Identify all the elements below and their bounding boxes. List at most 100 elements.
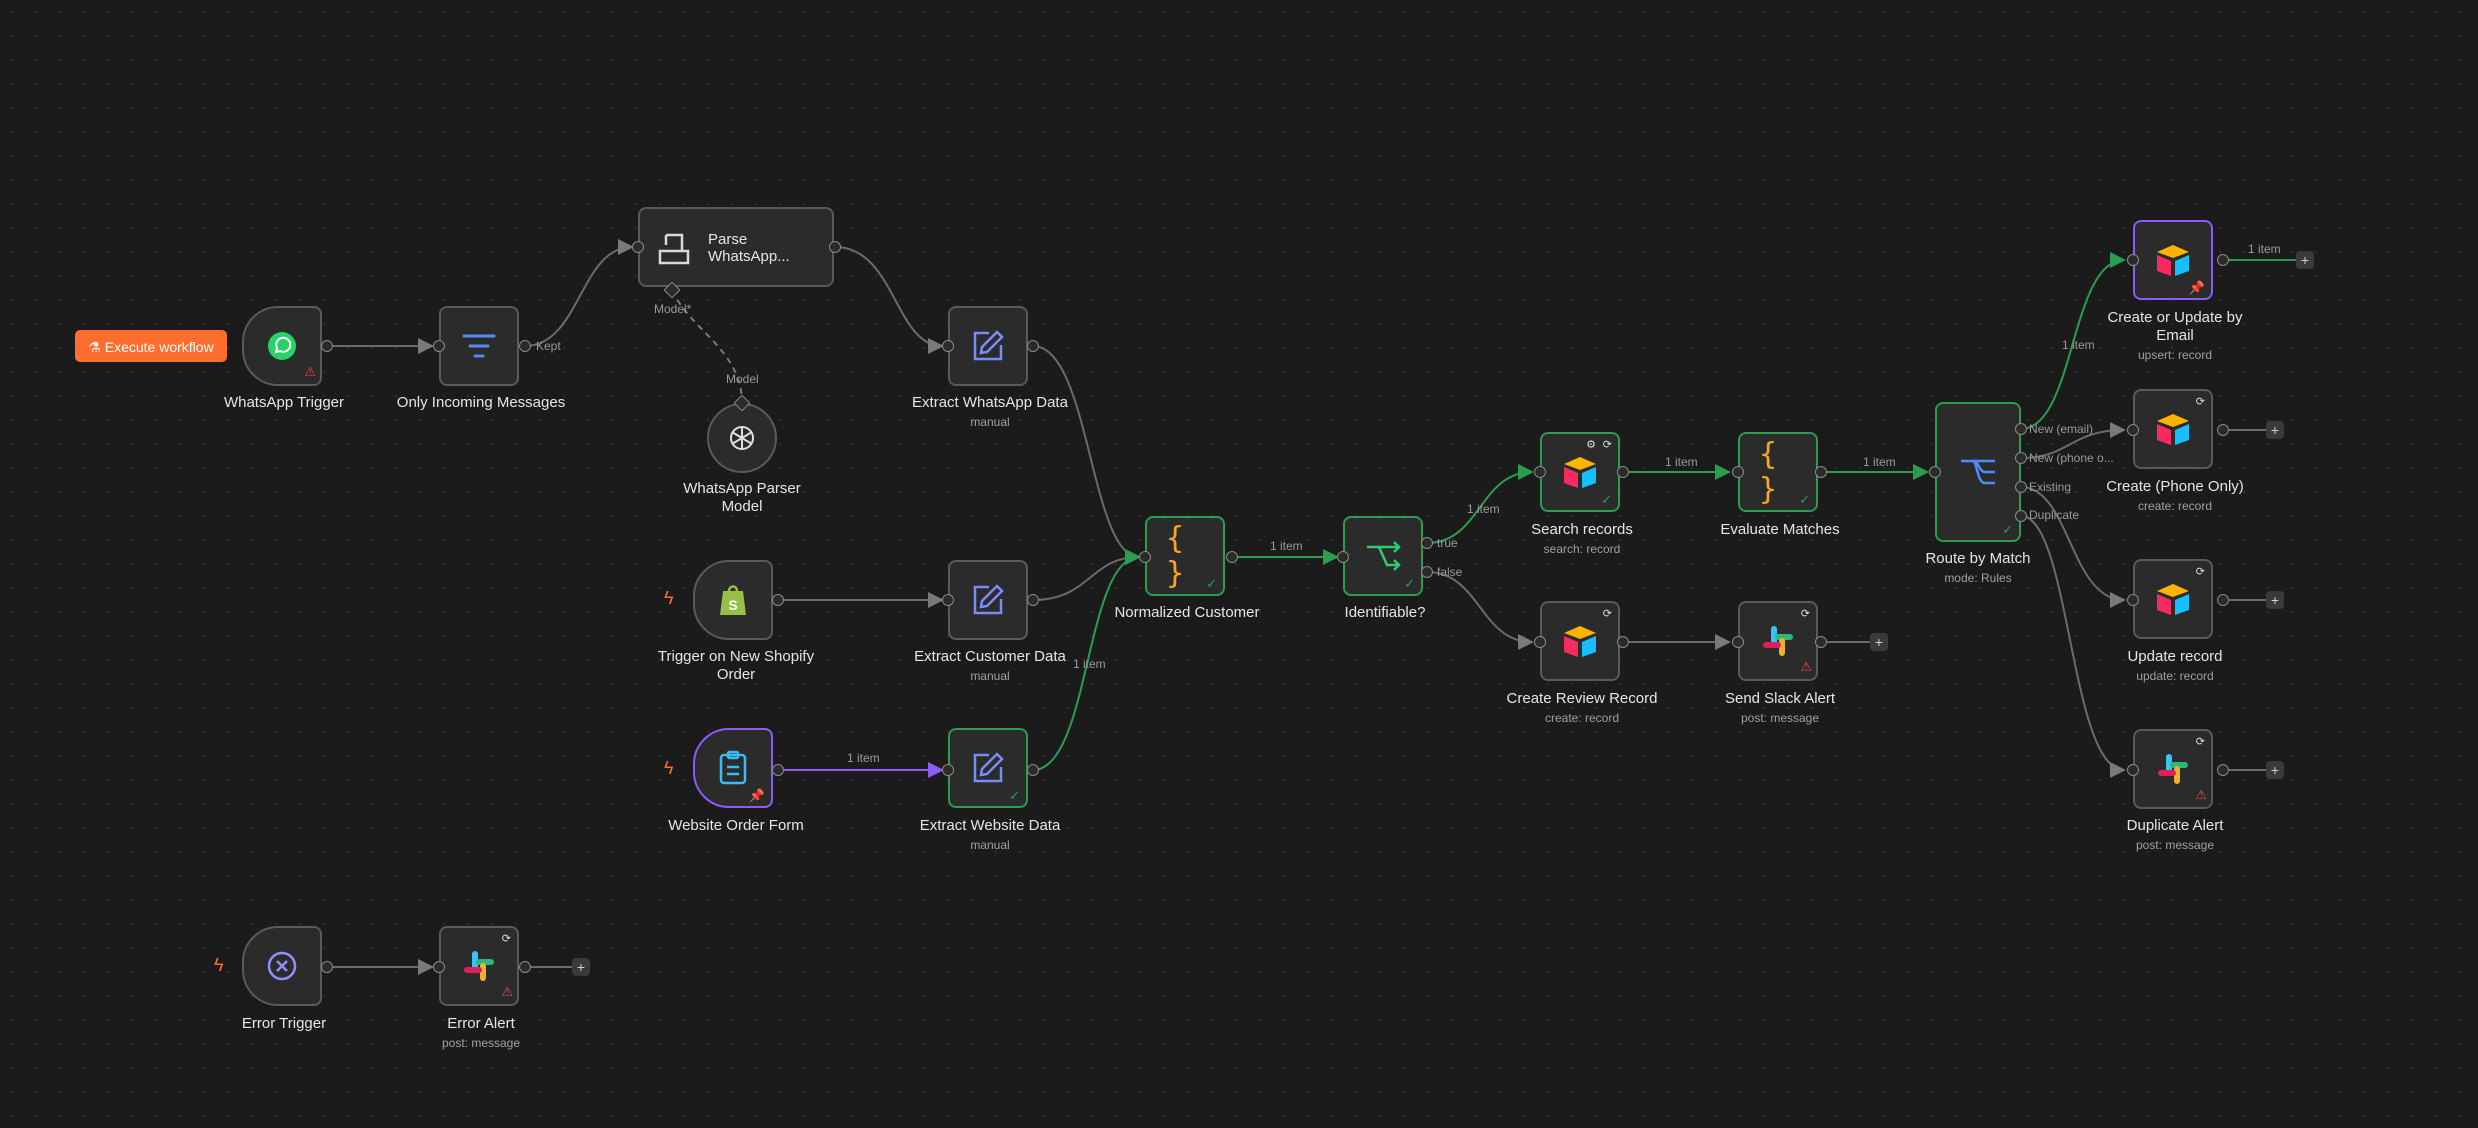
input-port[interactable]: [433, 961, 445, 973]
input-port[interactable]: [2127, 424, 2139, 436]
input-port[interactable]: [942, 594, 954, 606]
execute-workflow-button[interactable]: ⚗ Execute workflow: [75, 330, 227, 362]
output-port-new-phone[interactable]: [2015, 452, 2027, 464]
route-by-match-node[interactable]: ✓: [1935, 402, 2021, 542]
evaluate-matches-node[interactable]: { } ✓: [1738, 432, 1818, 512]
identifiable-node[interactable]: ✓: [1343, 516, 1423, 596]
duplicate-alert-node[interactable]: ⟳ ⚠: [2133, 729, 2213, 809]
extract-customer-data-node[interactable]: [948, 560, 1028, 640]
whatsapp-parser-model-node[interactable]: [707, 403, 777, 473]
output-port-true[interactable]: [1421, 537, 1433, 549]
website-order-form-node[interactable]: 📌: [693, 728, 773, 808]
update-record-sub: update: record: [2136, 669, 2214, 683]
parse-whatsapp-node[interactable]: Parse WhatsApp...: [638, 207, 834, 287]
input-port[interactable]: [2127, 594, 2139, 606]
input-port[interactable]: [1929, 466, 1941, 478]
input-port[interactable]: [1534, 466, 1546, 478]
input-port[interactable]: [1732, 466, 1744, 478]
add-node-button[interactable]: +: [1870, 633, 1888, 651]
add-node-button[interactable]: +: [2296, 251, 2314, 269]
output-port[interactable]: [519, 961, 531, 973]
check-icon: ✓: [2002, 522, 2013, 537]
extract-website-data-node[interactable]: ✓: [948, 728, 1028, 808]
input-port[interactable]: [1139, 551, 1151, 563]
output-port-duplicate[interactable]: [2015, 510, 2027, 522]
check-icon: ✓: [1799, 492, 1810, 507]
create-update-email-label-2: Email: [2156, 327, 2194, 344]
airtable-icon: [2157, 414, 2189, 445]
pin-icon: 📌: [2188, 280, 2205, 295]
whatsapp-icon: [268, 332, 296, 360]
only-incoming-messages-node[interactable]: [439, 306, 519, 386]
input-port[interactable]: [942, 764, 954, 776]
input-port[interactable]: [1534, 636, 1546, 648]
output-port[interactable]: [1815, 466, 1827, 478]
output-port[interactable]: [1617, 466, 1629, 478]
evaluate-matches-label: Evaluate Matches: [1720, 521, 1840, 538]
airtable-icon: [1564, 626, 1596, 657]
output-port[interactable]: [829, 241, 841, 253]
extract-website-label: Extract Website Data: [919, 817, 1061, 834]
add-node-button[interactable]: +: [2266, 591, 2284, 609]
create-review-record-node[interactable]: ⟳: [1540, 601, 1620, 681]
code-braces-icon: { }: [1166, 521, 1185, 591]
refresh-icon: ⟳: [2195, 396, 2205, 408]
error-alert-node[interactable]: ⟳ ⚠: [439, 926, 519, 1006]
output-port[interactable]: [321, 961, 333, 973]
extract-website-sub: manual: [970, 838, 1010, 852]
input-port[interactable]: [1337, 551, 1349, 563]
search-records-node[interactable]: ⟳ ⚙ ✓: [1540, 432, 1620, 512]
output-port-existing[interactable]: [2015, 481, 2027, 493]
add-node-button[interactable]: +: [572, 958, 590, 976]
update-record-node[interactable]: ⟳: [2133, 559, 2213, 639]
duplicate-alert-label: Duplicate Alert: [2126, 817, 2224, 834]
output-port-new-email[interactable]: [2015, 423, 2027, 435]
output-port[interactable]: [1027, 594, 1039, 606]
add-node-button[interactable]: +: [2266, 761, 2284, 779]
output-port[interactable]: [1027, 340, 1039, 352]
pin-icon: 📌: [748, 788, 765, 803]
extract-customer-sub: manual: [970, 669, 1010, 683]
output-port[interactable]: [772, 594, 784, 606]
error-alert-sub: post: message: [441, 1036, 521, 1050]
extract-whatsapp-data-node[interactable]: [948, 306, 1028, 386]
search-records-sub: search: record: [1543, 542, 1621, 556]
if-branch-icon: [1367, 541, 1401, 571]
output-port[interactable]: [1617, 636, 1629, 648]
input-port[interactable]: [1732, 636, 1744, 648]
output-port[interactable]: [2217, 424, 2229, 436]
shopify-trigger-node[interactable]: S: [693, 560, 773, 640]
route-by-match-sub: mode: Rules: [1944, 571, 2012, 585]
add-node-button[interactable]: +: [2266, 421, 2284, 439]
normalized-customer-node[interactable]: { } ✓: [1145, 516, 1225, 596]
input-port[interactable]: [2127, 764, 2139, 776]
create-update-email-label-1: Create or Update by: [2107, 309, 2243, 326]
whatsapp-trigger-node[interactable]: ⚠: [242, 306, 322, 386]
input-port[interactable]: [942, 340, 954, 352]
output-port[interactable]: [1226, 551, 1238, 563]
route-output-new-phone: New (phone o...: [2029, 451, 2114, 465]
input-port[interactable]: [632, 241, 644, 253]
airtable-icon: [2157, 245, 2189, 276]
refresh-icon: ⟳: [2195, 736, 2205, 748]
output-port[interactable]: [1027, 764, 1039, 776]
input-port[interactable]: [433, 340, 445, 352]
create-phone-sub: create: record: [2137, 499, 2213, 513]
parser-model-label-1: WhatsApp Parser: [683, 480, 801, 497]
send-slack-alert-node[interactable]: ⟳ ⚠: [1738, 601, 1818, 681]
output-port[interactable]: [2217, 594, 2229, 606]
output-port[interactable]: [2217, 764, 2229, 776]
input-port[interactable]: [2127, 254, 2139, 266]
output-port[interactable]: [519, 340, 531, 352]
edge-extract-wa-to-norm: [1032, 345, 1141, 565]
output-port[interactable]: [772, 764, 784, 776]
error-trigger-node[interactable]: [242, 926, 322, 1006]
create-or-update-by-email-node[interactable]: 📌: [2133, 220, 2213, 300]
edit-icon: [973, 330, 1004, 361]
output-port[interactable]: [1815, 636, 1827, 648]
create-phone-only-node[interactable]: ⟳: [2133, 389, 2213, 469]
output-port[interactable]: [321, 340, 333, 352]
output-port[interactable]: [2217, 254, 2229, 266]
output-port-false[interactable]: [1421, 566, 1433, 578]
check-icon: ✓: [1404, 576, 1415, 591]
